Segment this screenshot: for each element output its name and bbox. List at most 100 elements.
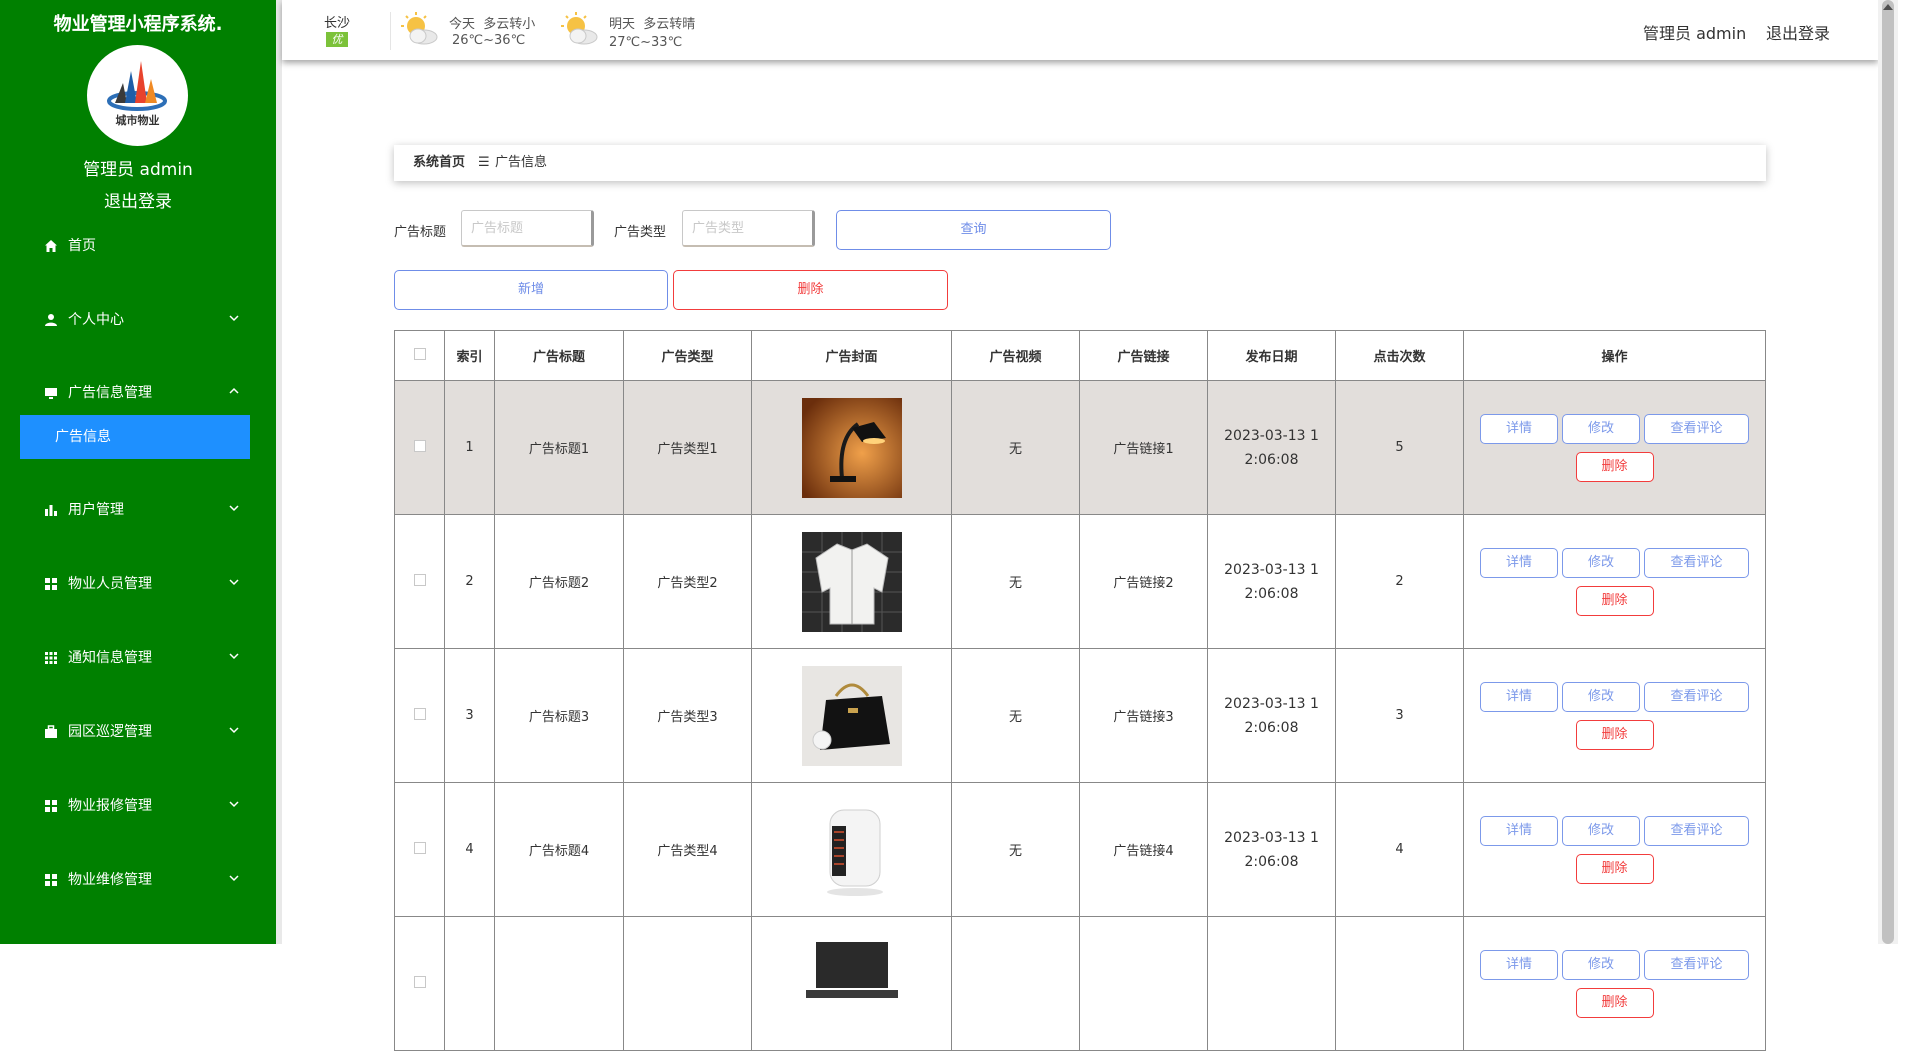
scrollbar-thumb[interactable] bbox=[1882, 0, 1894, 944]
view-comments-button[interactable]: 查看评论 bbox=[1644, 681, 1749, 712]
date-text: 2023-03-13 12:06:08 bbox=[1224, 427, 1319, 468]
app-title: 物业管理小程序系统. bbox=[53, 14, 223, 35]
row-delete-button[interactable]: 删除 bbox=[1575, 853, 1654, 884]
sidebar-item-notice-management[interactable]: 通知信息管理 bbox=[0, 638, 276, 678]
weather-today-desc: 多云转小 bbox=[483, 17, 536, 32]
chevron-up-icon bbox=[229, 387, 239, 394]
chevron-down-icon bbox=[229, 315, 239, 322]
video-cell: 无 bbox=[951, 514, 1080, 649]
cover-cell bbox=[751, 782, 952, 917]
cover-cell bbox=[751, 514, 952, 649]
apps-icon bbox=[45, 652, 57, 664]
row-delete-button[interactable]: 删除 bbox=[1575, 451, 1654, 482]
bulk-delete-button[interactable]: 删除 bbox=[673, 270, 948, 310]
chevron-down-icon bbox=[229, 653, 239, 660]
sidebar-item-patrol-management[interactable]: 园区巡逻管理 bbox=[0, 712, 276, 752]
header-logout-link[interactable]: 退出登录 bbox=[1766, 20, 1830, 44]
row-select-cell bbox=[394, 648, 445, 783]
sidebar-item-maintenance-management[interactable]: 物业维修管理 bbox=[0, 860, 276, 900]
title-cell: 广告标题4 bbox=[494, 782, 624, 917]
logo: 城市物业 bbox=[87, 45, 188, 146]
type-search-input[interactable] bbox=[682, 210, 815, 247]
row-checkbox[interactable] bbox=[413, 573, 426, 586]
sidebar-item-label: 广告信息管理 bbox=[68, 385, 152, 401]
view-comments-button[interactable]: 查看评论 bbox=[1644, 815, 1749, 846]
table-row[interactable]: 3 广告标题3 广告类型3 无 广告链接3 2023-03-13 12:06:0… bbox=[394, 648, 1766, 783]
table-row[interactable]: 4 广告标题4 广告类型4 无 广告链接4 2023-03-13 12:06:0… bbox=[394, 782, 1766, 917]
row-checkbox[interactable] bbox=[413, 975, 426, 988]
row-actions: 详情 修改 查看评论 删除 bbox=[1479, 547, 1751, 616]
edit-button[interactable]: 修改 bbox=[1562, 413, 1640, 444]
weather-city: 长沙 bbox=[324, 16, 351, 31]
column-header: 广告类型 bbox=[623, 330, 752, 381]
edit-button[interactable]: 修改 bbox=[1562, 815, 1640, 846]
actions-cell: 详情 修改 查看评论 删除 bbox=[1463, 514, 1766, 649]
sidebar-subitem-ad-info[interactable]: 广告信息 bbox=[20, 415, 250, 459]
sidebar-item-personal-center[interactable]: 个人中心 bbox=[0, 300, 276, 340]
grid-icon bbox=[45, 874, 57, 886]
sidebar-item-repair-report-management[interactable]: 物业报修管理 bbox=[0, 786, 276, 826]
sidebar-item-staff-management[interactable]: 物业人员管理 bbox=[0, 564, 276, 604]
sidebar-scrollbar[interactable] bbox=[276, 0, 282, 944]
date-cell: 2023-03-13 12:06:08 bbox=[1207, 514, 1336, 649]
sidebar-item-label: 物业报修管理 bbox=[68, 798, 152, 814]
cover-cell bbox=[751, 648, 952, 783]
link-cell: 广告链接1 bbox=[1079, 380, 1208, 515]
type-cell bbox=[623, 916, 752, 1051]
edit-button[interactable]: 修改 bbox=[1562, 547, 1640, 578]
sidebar-logout-link[interactable]: 退出登录 bbox=[0, 187, 276, 212]
sidebar-item-user-management[interactable]: 用户管理 bbox=[0, 490, 276, 530]
scroll-up-icon[interactable] bbox=[1883, 4, 1893, 10]
sidebar-item-ad-management[interactable]: 广告信息管理 bbox=[0, 373, 276, 413]
row-checkbox[interactable] bbox=[413, 841, 426, 854]
breadcrumb-home-link[interactable]: 系统首页 bbox=[413, 145, 465, 181]
cover-cell bbox=[751, 380, 952, 515]
weather-tomorrow: 明天 多云转晴 bbox=[609, 13, 695, 32]
row-select-cell bbox=[394, 916, 445, 1051]
air-quality-badge: 优 bbox=[326, 32, 348, 47]
row-checkbox[interactable] bbox=[413, 707, 426, 720]
detail-button[interactable]: 详情 bbox=[1480, 815, 1558, 846]
breadcrumb-separator-icon: ☰ bbox=[478, 155, 490, 170]
detail-button[interactable]: 详情 bbox=[1480, 681, 1558, 712]
title-search-input[interactable] bbox=[461, 210, 594, 247]
row-checkbox[interactable] bbox=[413, 439, 426, 452]
row-actions: 详情 修改 查看评论 删除 bbox=[1479, 815, 1751, 884]
add-button[interactable]: 新增 bbox=[394, 270, 668, 310]
sidebar: 物业管理小程序系统. 城市物业 管理员 admin 退出登录 首页 个人中心 广… bbox=[0, 0, 276, 944]
column-header: 点击次数 bbox=[1335, 330, 1464, 381]
edit-button[interactable]: 修改 bbox=[1562, 949, 1640, 980]
view-comments-button[interactable]: 查看评论 bbox=[1644, 413, 1749, 444]
column-header: 广告链接 bbox=[1079, 330, 1208, 381]
table-row[interactable]: 详情 修改 查看评论 删除 bbox=[394, 916, 1766, 1051]
detail-button[interactable]: 详情 bbox=[1480, 547, 1558, 578]
weather-today-temp: 26℃~36℃ bbox=[452, 33, 526, 48]
index-cell: 2 bbox=[444, 514, 495, 649]
chevron-down-icon bbox=[229, 727, 239, 734]
row-actions: 详情 修改 查看评论 删除 bbox=[1479, 681, 1751, 750]
table-row[interactable]: 1 广告标题1 广告类型1 无 广告链接1 2023-03-13 12:06:0… bbox=[394, 380, 1766, 515]
row-delete-button[interactable]: 删除 bbox=[1575, 585, 1654, 616]
detail-button[interactable]: 详情 bbox=[1480, 949, 1558, 980]
view-comments-button[interactable]: 查看评论 bbox=[1644, 547, 1749, 578]
detail-button[interactable]: 详情 bbox=[1480, 413, 1558, 444]
top-header: 长沙 优 今天 多云转小 26℃~36℃ 明天 多云转晴 27℃~33℃ 管理员… bbox=[282, 0, 1878, 60]
briefcase-icon bbox=[45, 725, 57, 738]
sidebar-subitem-label: 广告信息 bbox=[55, 429, 111, 445]
title-cell: 广告标题3 bbox=[494, 648, 624, 783]
view-comments-button[interactable]: 查看评论 bbox=[1644, 949, 1749, 980]
query-button[interactable]: 查询 bbox=[836, 210, 1111, 250]
table-row[interactable]: 2 广告标题2 广告类型2 无 广告链接2 2023-03-13 12:06:0… bbox=[394, 514, 1766, 649]
page-scrollbar[interactable] bbox=[1878, 0, 1898, 944]
sidebar-user: 管理员 admin bbox=[83, 160, 193, 180]
space-heater-image bbox=[801, 799, 902, 900]
select-all-checkbox[interactable] bbox=[413, 347, 426, 360]
row-actions: 详情 修改 查看评论 删除 bbox=[1479, 413, 1751, 482]
cover-cell bbox=[751, 916, 952, 1051]
sidebar-item-home[interactable]: 首页 bbox=[0, 226, 276, 266]
index-cell: 3 bbox=[444, 648, 495, 783]
row-delete-button[interactable]: 删除 bbox=[1575, 719, 1654, 750]
edit-button[interactable]: 修改 bbox=[1562, 681, 1640, 712]
sidebar-item-label: 通知信息管理 bbox=[68, 650, 152, 666]
row-delete-button[interactable]: 删除 bbox=[1575, 987, 1654, 1018]
